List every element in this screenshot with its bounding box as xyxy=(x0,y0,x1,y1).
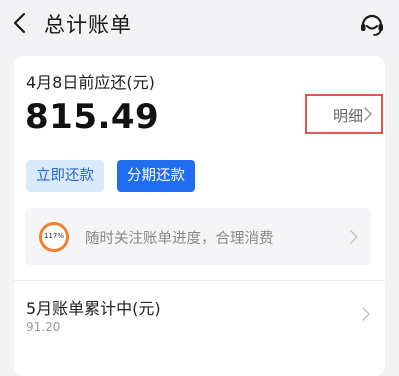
bill-detail-link[interactable]: 明细 xyxy=(305,94,383,134)
divider xyxy=(14,280,385,281)
due-date-label: 4月8日前应还(元) xyxy=(26,73,155,92)
page-title: 总计账单 xyxy=(44,13,132,37)
chevron-right-icon xyxy=(364,107,372,121)
chevron-right-icon xyxy=(362,307,370,321)
installment-button[interactable]: 分期还款 xyxy=(117,160,195,192)
repay-now-button[interactable]: 立即还款 xyxy=(26,160,104,192)
bill-card: 4月8日前应还(元) 815.49 明细 立即还款 分期还款 117% 随时关注… xyxy=(14,56,385,376)
month-bill-row[interactable]: 5月账单累计中(元) 91.20 xyxy=(14,284,385,354)
bill-detail-label: 明细 xyxy=(333,107,364,125)
progress-percent: 117% xyxy=(43,232,64,240)
month-bill-amount: 91.20 xyxy=(26,320,61,334)
customer-service-headset-icon[interactable] xyxy=(357,9,387,39)
top-nav-bar: 总计账单 xyxy=(0,0,399,50)
bill-progress-row[interactable]: 117% 随时关注账单进度，合理消费 xyxy=(25,208,371,265)
month-bill-label: 5月账单累计中(元) xyxy=(26,299,161,318)
progress-message: 随时关注账单进度，合理消费 xyxy=(85,231,274,247)
chevron-left-icon[interactable] xyxy=(10,12,32,34)
due-amount: 815.49 xyxy=(25,97,160,137)
chevron-right-icon xyxy=(350,230,358,244)
